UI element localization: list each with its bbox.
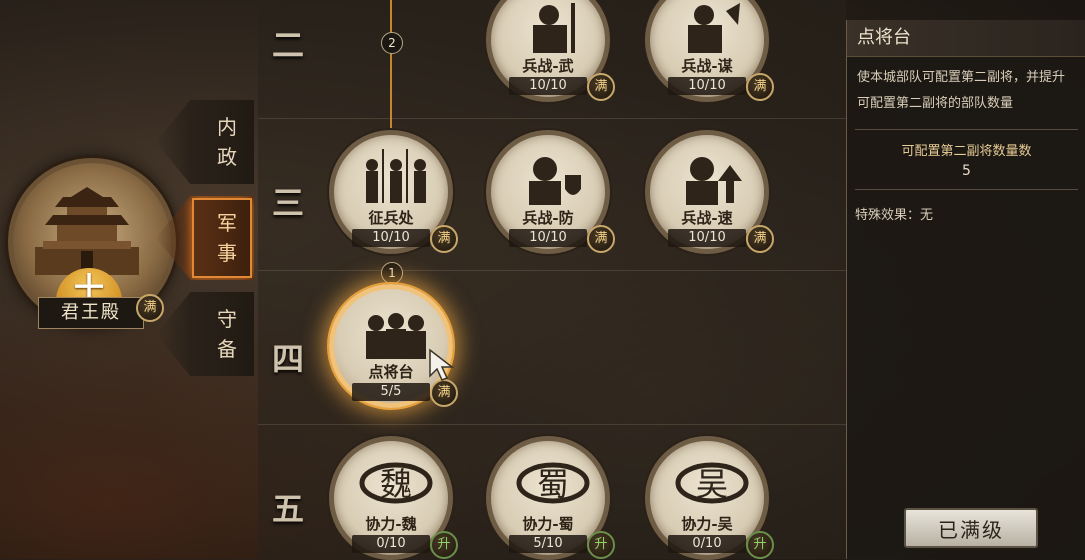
panel-description: 使本城部队可配置第二副将，并提升可配置第二副将的部队数量 (857, 70, 1066, 111)
node-count: 0/10 (352, 535, 430, 553)
node-dianjiangtai[interactable]: 点将台 5/5 满 (329, 284, 458, 408)
max-badge: 满 (587, 73, 615, 101)
hall-max-badge: 满 (136, 294, 164, 322)
step-marker-1: 1 (381, 262, 403, 284)
stat-value: 5 (962, 163, 971, 179)
node-bingzhan-fang[interactable]: 兵战-防 10/10 满 (486, 130, 615, 254)
speed-arrow-icon (686, 157, 742, 205)
pointer-cursor-icon (429, 348, 454, 381)
max-level-button[interactable]: 已满级 (904, 508, 1038, 548)
node-count: 10/10 (668, 77, 746, 95)
category-sidebar: 十 君王殿 满 内政 军事 守备 (0, 0, 258, 559)
panel-title: 点将台 (847, 20, 1085, 57)
shu-emblem-icon: 蜀 (516, 462, 590, 504)
tab-neizheng[interactable]: 内政 (156, 100, 254, 184)
node-name: 协力-魏 (365, 515, 417, 533)
palace-icon (35, 187, 139, 275)
hall-name: 君王殿 (38, 297, 144, 329)
node-count: 0/10 (668, 535, 746, 553)
tab-label: 军事 (217, 211, 237, 265)
node-bingzhan-su[interactable]: 兵战-速 10/10 满 (645, 130, 774, 254)
node-name: 协力-蜀 (522, 515, 574, 533)
max-badge: 满 (430, 225, 458, 253)
divider (855, 189, 1078, 190)
node-count: 10/10 (509, 77, 587, 95)
strategist-icon (688, 3, 740, 53)
wu-emblem-icon: 吴 (675, 462, 749, 504)
max-badge: 满 (746, 225, 774, 253)
warrior-icon (533, 3, 575, 53)
upgrade-badge: 升 (587, 531, 615, 559)
node-count: 10/10 (668, 229, 746, 247)
node-xieli-shu[interactable]: 蜀 协力-蜀 5/10 升 (486, 436, 615, 560)
connector-line (390, 0, 392, 130)
node-name: 征兵处 (368, 209, 414, 227)
node-xieli-wu[interactable]: 吴 协力-吴 0/10 升 (645, 436, 774, 560)
tab-label: 守备 (217, 307, 237, 361)
faction-glyph: 吴 (696, 465, 728, 503)
row-divider (258, 270, 846, 271)
wei-emblem-icon: 魏 (359, 462, 433, 504)
node-name: 兵战-武 (522, 57, 574, 75)
node-name: 兵战-速 (681, 209, 733, 227)
node-name: 兵战-防 (522, 209, 574, 227)
upgrade-badge: 升 (430, 531, 458, 559)
row-label-5: 五 (271, 490, 304, 528)
step-marker-2: 2 (381, 32, 403, 54)
faction-glyph: 魏 (380, 465, 412, 503)
soldiers-icon (366, 149, 426, 203)
tab-label: 内政 (217, 115, 237, 169)
row-divider (258, 424, 846, 425)
node-name: 兵战-谋 (681, 57, 733, 75)
node-count: 10/10 (509, 229, 587, 247)
node-count: 5/5 (352, 383, 430, 401)
row-label-4: 四 (271, 340, 304, 378)
tab-shoubei[interactable]: 守备 (156, 292, 254, 376)
row-divider (258, 118, 846, 119)
row-label-3: 三 (271, 184, 304, 222)
divider (855, 129, 1078, 130)
shield-icon (529, 157, 581, 205)
stat-label: 可配置第二副将数量数 (901, 144, 1032, 159)
node-xieli-wei[interactable]: 魏 协力-魏 0/10 升 (329, 436, 458, 560)
generals-icon (366, 313, 426, 359)
node-zhengbingchu[interactable]: 征兵处 10/10 满 (329, 130, 458, 254)
faction-glyph: 蜀 (537, 465, 569, 503)
detail-panel: 点将台 使本城部队可配置第二副将，并提升可配置第二副将的部队数量 可配置第二副将… (846, 20, 1085, 559)
node-name: 协力-吴 (681, 515, 733, 533)
node-count: 5/10 (509, 535, 587, 553)
node-count: 10/10 (352, 229, 430, 247)
row-label-2: 二 (271, 26, 304, 64)
max-badge: 满 (430, 379, 458, 407)
max-badge: 满 (746, 73, 774, 101)
special-effect: 特殊效果：无 (855, 208, 934, 223)
max-badge: 满 (587, 225, 615, 253)
upgrade-badge: 升 (746, 531, 774, 559)
